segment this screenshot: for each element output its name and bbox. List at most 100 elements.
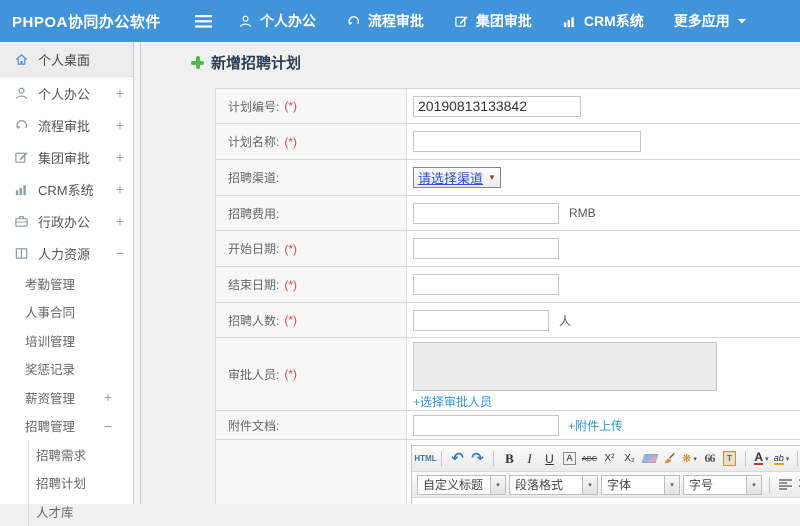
sidebar-item-attendance-mgmt[interactable]: 考勤管理 (0, 269, 133, 298)
recruit-cost-input[interactable] (413, 202, 559, 224)
combo-caret-icon: ▾ (664, 475, 679, 494)
edit-icon (13, 149, 29, 165)
paste-as-text-icon[interactable]: T (721, 449, 738, 468)
eraser-icon[interactable] (641, 449, 658, 468)
recruit-plan-form: 计划编号: (*) 计划名称: (*) 招聘渠道: 请选择渠道 (215, 88, 800, 504)
combo-caret-icon: ▾ (746, 475, 761, 494)
field-label: 招聘人数: (228, 313, 280, 328)
sidebar-item-reward-punishment[interactable]: 奖惩记录 (0, 355, 133, 384)
sidebar-item-personal-desktop[interactable]: 个人桌面 (0, 42, 133, 77)
person-icon (239, 15, 252, 27)
sidebar-item-recruit-mgmt[interactable]: 招聘管理 − (0, 412, 133, 441)
combo-caret-icon: ▾ (582, 475, 597, 494)
sidebar-item-human-resources[interactable]: 人力资源 − (0, 237, 133, 269)
custom-title-combobox[interactable]: 自定义标题 ▾ (417, 474, 506, 495)
format-brush-icon[interactable] (661, 449, 678, 468)
add-plus-icon (191, 56, 204, 69)
html-source-button[interactable]: HTML (414, 449, 436, 468)
sidebar-item-personal-office[interactable]: 个人办公 + (0, 77, 133, 109)
strikethrough-button[interactable]: ABC (581, 449, 598, 468)
plan-name-input[interactable] (413, 131, 641, 152)
choose-approvers-link[interactable]: +选择审批人员 (413, 393, 492, 410)
end-date-input[interactable] (413, 274, 559, 295)
hamburger-menu-icon[interactable] (194, 14, 212, 28)
redo-icon[interactable]: ↷ (469, 449, 486, 468)
page-title: 新增招聘计划 (191, 52, 301, 73)
nav-personal-office[interactable]: 个人办公 (238, 11, 316, 31)
app-logo: PHPOA协同办公软件 (12, 13, 161, 31)
sparkle-icon: ❋ (682, 453, 692, 465)
field-label: 计划名称: (228, 135, 280, 149)
top-navigation: 个人办公 流程审批 集团审批 CRM系统 更多应用 (194, 11, 777, 31)
char-border-button[interactable]: A (563, 452, 576, 465)
home-icon (13, 51, 29, 67)
channel-select[interactable]: 请选择渠道 ▼ (413, 167, 501, 188)
workflow-icon (13, 117, 29, 133)
book-icon (13, 245, 29, 261)
editor-toolbar-row1: HTML ↶ ↷ B I U A ABC X² X₂ ❋ ▾ 66 T A ▾ … (412, 446, 800, 472)
sidebar-item-group-approval[interactable]: 集团审批 + (0, 141, 133, 173)
rich-text-editor: HTML ↶ ↷ B I U A ABC X² X₂ ❋ ▾ 66 T A ▾ … (411, 445, 800, 504)
form-row-approvers: 审批人员: (*) +选择审批人员 (216, 338, 800, 411)
italic-button[interactable]: I (521, 449, 538, 468)
field-label: 计划编号: (228, 99, 280, 114)
person-icon (13, 85, 29, 101)
sidebar-item-crm-system[interactable]: CRM系统 + (0, 173, 133, 205)
sidebar-item-talent-pool[interactable]: 人才库 (29, 497, 133, 526)
sidebar-scrollbar[interactable] (133, 42, 141, 504)
highlight-color-dropdown[interactable]: ab ▾ (773, 449, 790, 468)
sidebar-item-hr-contract[interactable]: 人事合同 (0, 298, 133, 327)
headcount-input[interactable] (413, 309, 549, 331)
bold-button[interactable]: B (501, 449, 518, 468)
sidebar: 个人桌面 个人办公 + 流程审批 + 集团审批 + CRM系统 + 行政办公 + (0, 42, 133, 526)
briefcase-icon (13, 213, 29, 229)
form-row-start-date: 开始日期: (*) (216, 231, 800, 267)
start-date-input[interactable] (413, 238, 559, 259)
main-content: 新增招聘计划 计划编号: (*) 计划名称: (*) 招聘渠道: (141, 42, 800, 504)
bar-chart-icon (563, 16, 574, 27)
nav-more-apps[interactable]: 更多应用 (674, 11, 747, 31)
caret-down-icon (737, 19, 746, 24)
form-row-end-date: 结束日期: (*) (216, 267, 800, 303)
sidebar-item-recruit-plan[interactable]: 招聘计划 (29, 469, 133, 498)
field-label: 招聘费用: (228, 206, 280, 221)
required-mark: (*) (284, 277, 298, 292)
field-label: 招聘渠道: (228, 171, 280, 185)
workflow-icon (347, 15, 359, 25)
sidebar-item-workflow-approval[interactable]: 流程审批 + (0, 109, 133, 141)
superscript-button[interactable]: X² (601, 449, 618, 468)
topbar: PHPOA协同办公软件 个人办公 流程审批 集团审批 CRM系统 更多应用 (0, 0, 800, 42)
required-mark: (*) (284, 367, 298, 381)
plan-number-input[interactable] (413, 95, 581, 117)
nav-group-approval[interactable]: 集团审批 (454, 11, 532, 31)
font-color-dropdown[interactable]: A ▾ (753, 449, 770, 468)
auto-typeset-dropdown[interactable]: ❋ ▾ (681, 449, 698, 468)
approvers-textarea[interactable] (413, 342, 717, 391)
font-size-combobox[interactable]: 字号 ▾ (683, 474, 762, 495)
nav-crm-system[interactable]: CRM系统 (562, 11, 644, 31)
sidebar-item-recruit-demand[interactable]: 招聘需求 (29, 440, 133, 469)
font-family-combobox[interactable]: 字体 ▾ (601, 474, 680, 495)
required-mark: (*) (284, 99, 298, 113)
form-row-headcount: 招聘人数: (*) 人 (216, 303, 800, 338)
field-label: 开始日期: (228, 242, 280, 256)
form-row-editor: HTML ↶ ↷ B I U A ABC X² X₂ ❋ ▾ 66 T A ▾ … (216, 440, 800, 504)
underline-button[interactable]: U (541, 449, 558, 468)
subscript-button[interactable]: X₂ (621, 449, 638, 468)
nav-workflow-approval[interactable]: 流程审批 (346, 11, 424, 31)
paragraph-format-combobox[interactable]: 段落格式 ▾ (509, 474, 598, 495)
required-mark: (*) (284, 134, 298, 149)
sidebar-item-training-mgmt[interactable]: 培训管理 (0, 326, 133, 355)
editor-toolbar-row2: 自定义标题 ▾ 段落格式 ▾ 字体 ▾ 字号 ▾ (412, 472, 800, 498)
attachment-upload-link[interactable]: +附件上传 (568, 417, 623, 434)
blockquote-button[interactable]: 66 (701, 449, 718, 468)
sidebar-item-admin-office[interactable]: 行政办公 + (0, 205, 133, 237)
sidebar-item-salary-mgmt[interactable]: 薪资管理 + (0, 383, 133, 412)
form-row-recruit-cost: 招聘费用: RMB (216, 196, 800, 231)
attachment-input[interactable] (413, 414, 559, 436)
align-left-icon[interactable] (777, 475, 794, 494)
app-window: { "colors":{"topbar_bg":"#4193da","link_… (0, 0, 800, 526)
field-label: 附件文档: (228, 418, 280, 433)
editor-content-area[interactable] (412, 498, 800, 504)
undo-icon[interactable]: ↶ (449, 449, 466, 468)
